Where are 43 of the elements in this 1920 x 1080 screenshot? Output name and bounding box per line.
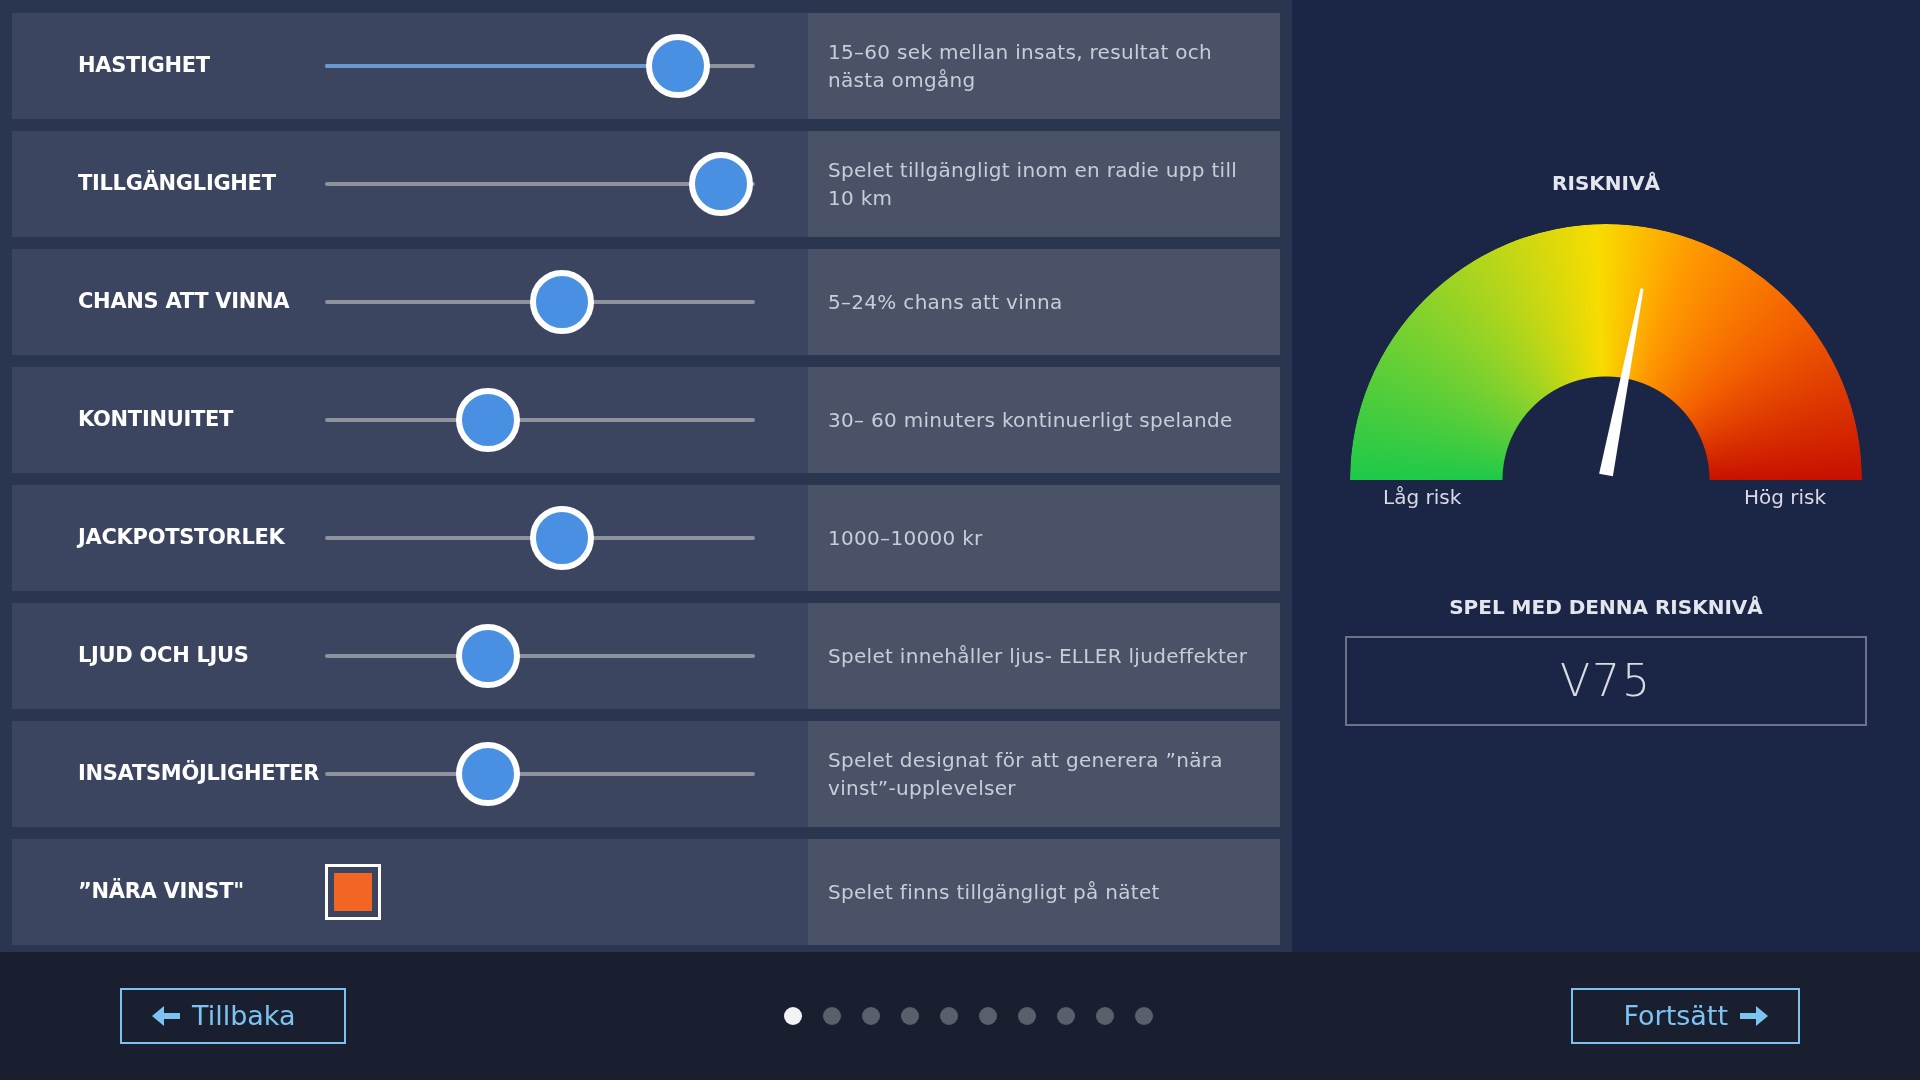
page-dot[interactable] bbox=[1057, 1007, 1075, 1025]
slider[interactable] bbox=[325, 506, 755, 570]
setting-description: 1000–10000 kr bbox=[808, 485, 1280, 591]
arrow-left-icon bbox=[152, 1005, 180, 1027]
setting-label: ”NÄRA VINST" bbox=[78, 877, 245, 906]
slider[interactable] bbox=[325, 388, 755, 452]
setting-description: Spelet finns tillgängligt på nätet bbox=[808, 839, 1280, 945]
setting-description: 5–24% chans att vinna bbox=[808, 249, 1280, 355]
page-dot[interactable] bbox=[1018, 1007, 1036, 1025]
page-dot[interactable] bbox=[940, 1007, 958, 1025]
page-dot[interactable] bbox=[862, 1007, 880, 1025]
setting-label: LJUD OCH LJUS bbox=[78, 642, 250, 670]
page-dot[interactable] bbox=[901, 1007, 919, 1025]
setting-label: INSATSMÖJLIGHETER bbox=[78, 759, 321, 788]
setting-label: HASTIGHET bbox=[78, 52, 211, 80]
gauge-title: RISKNIVÅ bbox=[1552, 170, 1660, 197]
setting-description: 30– 60 minuters kontinuerligt spelande bbox=[808, 367, 1280, 473]
slider[interactable] bbox=[325, 152, 755, 216]
setting-label: JACKPOTSTORLEK bbox=[78, 524, 286, 552]
setting-description: Spelet innehåller ljus- ELLER ljudeffekter bbox=[808, 603, 1280, 709]
continue-button[interactable]: Fortsätt bbox=[1571, 988, 1800, 1044]
setting-label: CHANS ATT VINNA bbox=[78, 288, 291, 316]
gauge-high-label: Hög risk bbox=[1743, 484, 1826, 511]
arrow-right-icon bbox=[1740, 1005, 1768, 1027]
page-dot[interactable] bbox=[1096, 1007, 1114, 1025]
page-dot[interactable] bbox=[784, 1007, 802, 1025]
page-dot[interactable] bbox=[979, 1007, 997, 1025]
checkbox[interactable] bbox=[325, 864, 381, 920]
games-title: SPEL MED DENNA RISKNIVÅ bbox=[1449, 594, 1763, 621]
setting-description: Spelet designat för att generera ”nära vinst”-upplevelser bbox=[808, 721, 1280, 827]
setting-description: 15–60 sek mellan insats, resultat och nästa omgång bbox=[808, 13, 1280, 119]
setting-description: Spelet tillgängligt inom en radie upp till 10 km bbox=[808, 131, 1280, 237]
page-dot[interactable] bbox=[1135, 1007, 1153, 1025]
page-dot[interactable] bbox=[823, 1007, 841, 1025]
back-button[interactable]: Tillbaka bbox=[120, 988, 346, 1044]
slider[interactable] bbox=[325, 34, 755, 98]
game-name: V75 bbox=[1345, 636, 1867, 726]
slider[interactable] bbox=[325, 742, 755, 806]
gauge-low-label: Låg risk bbox=[1383, 484, 1462, 511]
setting-label: TILLGÄNGLIGHET bbox=[78, 169, 277, 198]
slider[interactable] bbox=[325, 270, 755, 334]
slider[interactable] bbox=[325, 624, 755, 688]
setting-label: KONTINUITET bbox=[78, 406, 235, 434]
